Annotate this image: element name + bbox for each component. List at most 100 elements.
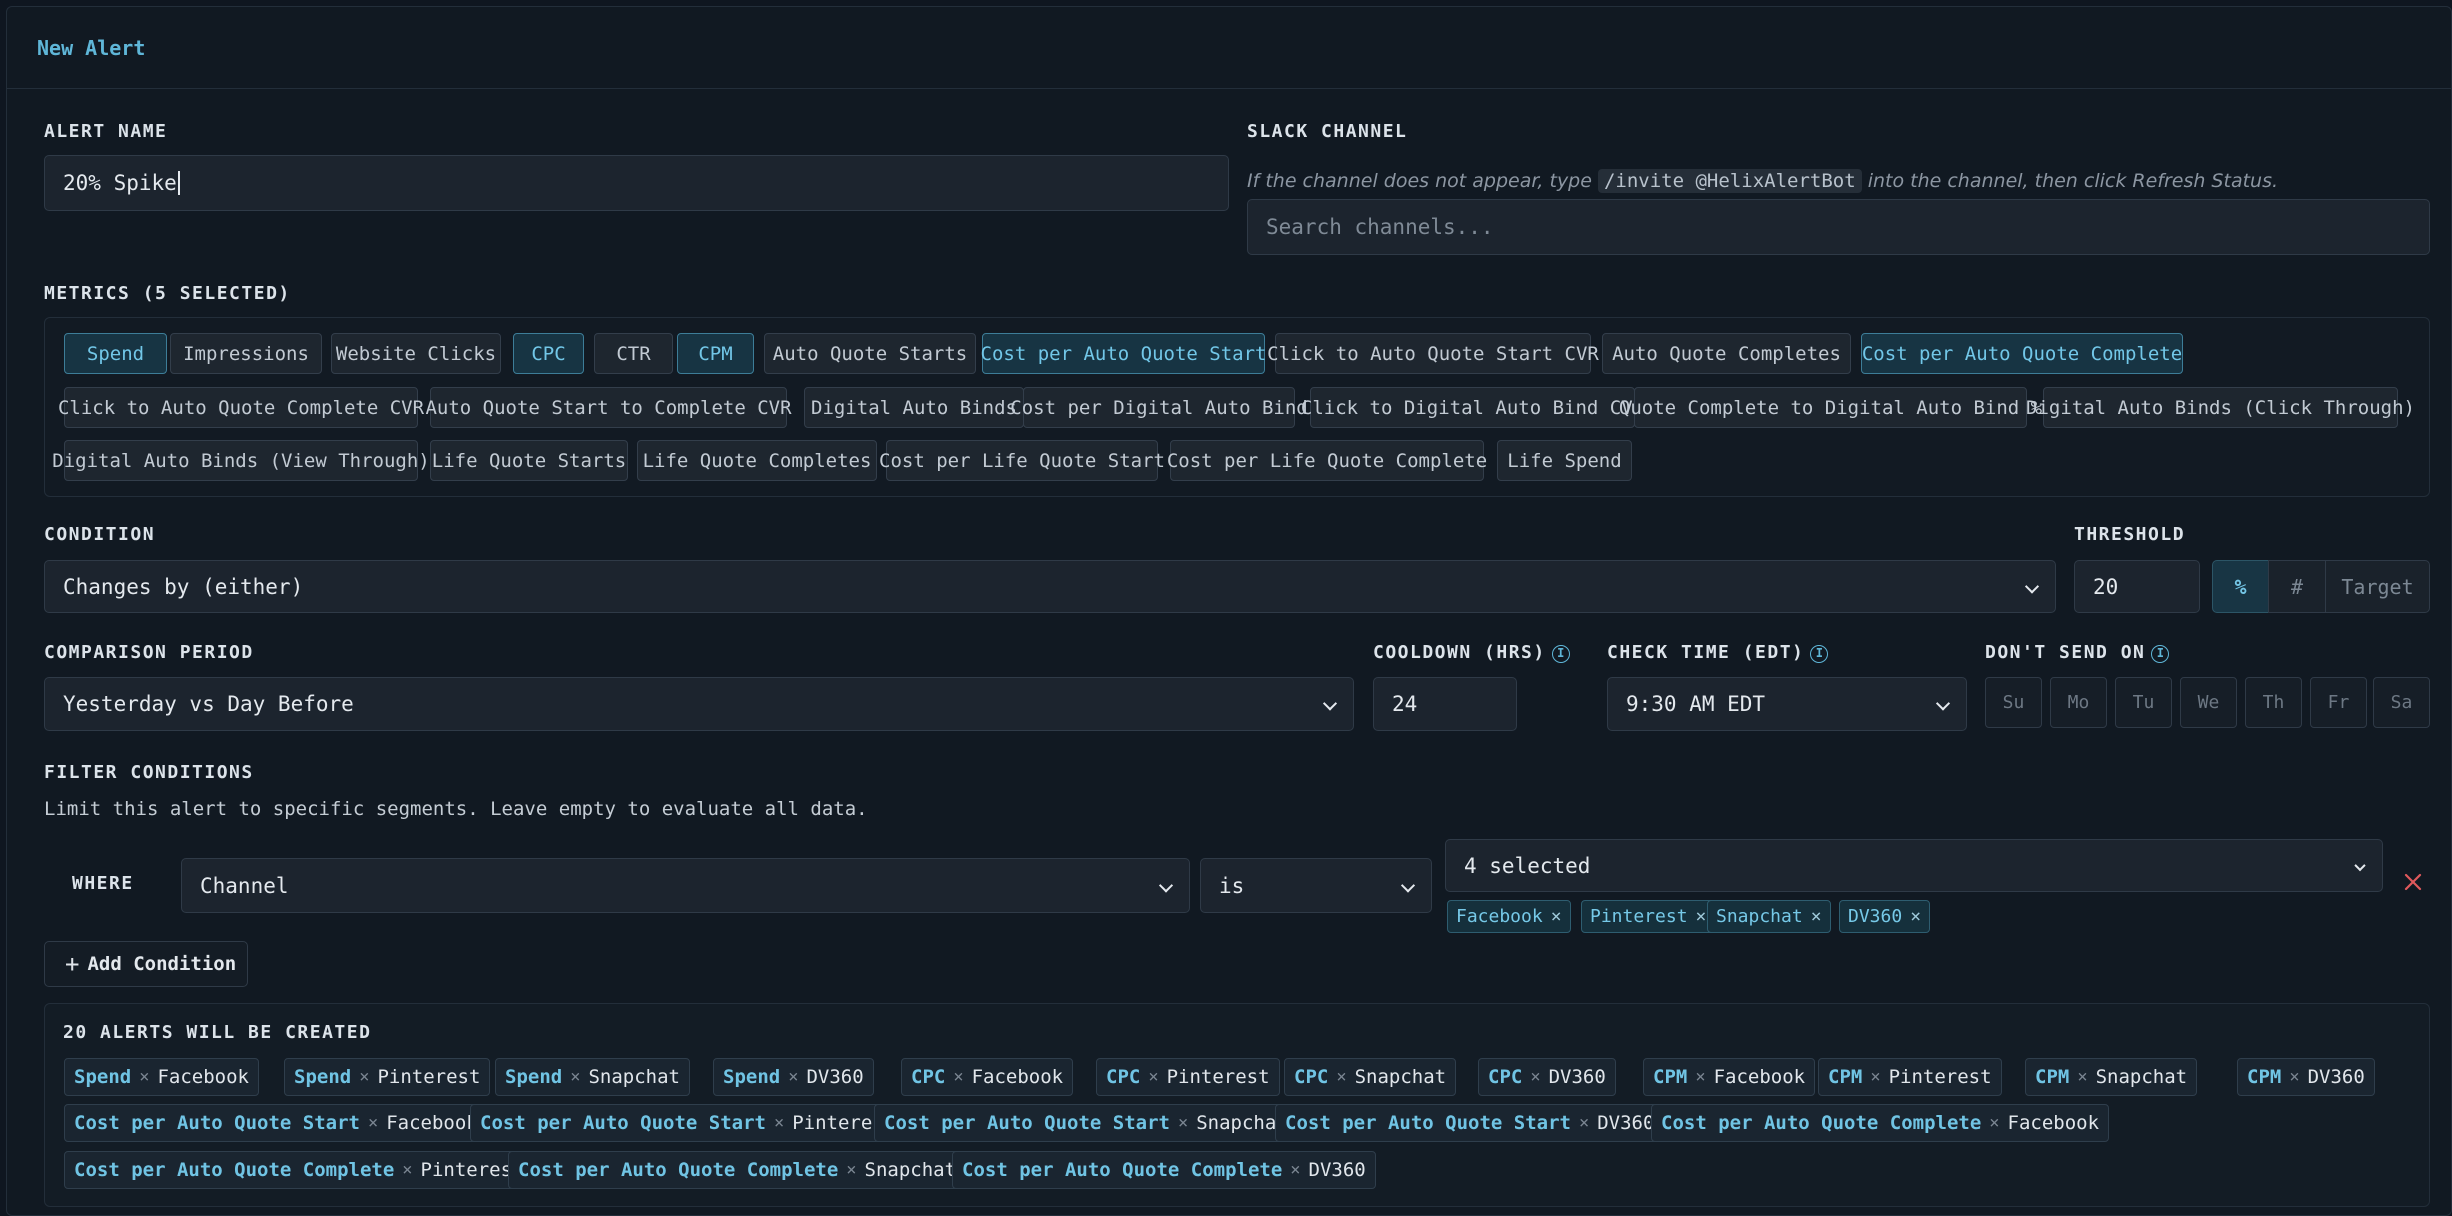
- alert-preview-pill: Cost per Auto Quote Complete × Pinterest: [64, 1151, 534, 1189]
- filter-field-select[interactable]: Channel: [181, 858, 1190, 913]
- alert-preview-pill: CPM × Snapchat: [2025, 1058, 2198, 1096]
- metric-chip-impressions[interactable]: Impressions: [170, 333, 322, 374]
- check-time-value: 9:30 AM EDT: [1626, 692, 1766, 716]
- times-icon: ×: [846, 1160, 857, 1180]
- search-placeholder: Search channels...: [1266, 215, 1494, 239]
- alert-metric: CPC: [1294, 1066, 1329, 1088]
- metric-chip-cpc[interactable]: CPC: [513, 333, 584, 374]
- threshold-mode-percent[interactable]: %: [2212, 560, 2269, 613]
- remove-condition-icon[interactable]: [2403, 872, 2423, 892]
- metric-chip-ctr[interactable]: CTR: [594, 333, 673, 374]
- filter-tag-label: Facebook: [1456, 906, 1543, 927]
- alert-channel: DV360: [1548, 1066, 1606, 1088]
- metric-chip-quote-complete-to-digital-auto-bind[interactable]: Quote Complete to Digital Auto Bind %: [1619, 387, 2042, 428]
- day-toggle-monday[interactable]: Mo: [2050, 677, 2107, 728]
- filter-operator-select[interactable]: is: [1200, 858, 1432, 913]
- metric-chip-spend[interactable]: Spend: [64, 333, 167, 374]
- chevron-down-icon: [1158, 877, 1174, 893]
- day-toggle-sunday[interactable]: Su: [1985, 677, 2042, 728]
- metric-chip-digital-auto-binds-view-through[interactable]: Digital Auto Binds (View Through): [52, 440, 430, 481]
- times-icon: ×: [1870, 1067, 1881, 1087]
- day-toggle-thursday[interactable]: Th: [2245, 677, 2302, 728]
- metric-chip-auto-quote-completes[interactable]: Auto Quote Completes: [1602, 333, 1851, 374]
- info-icon[interactable]: i: [2151, 645, 2170, 663]
- threshold-mode-number[interactable]: #: [2268, 560, 2326, 613]
- times-icon: ×: [1148, 1067, 1159, 1087]
- panel-title: New Alert: [37, 35, 146, 60]
- alert-preview-pill: Cost per Auto Quote Complete × Facebook: [1651, 1104, 2110, 1142]
- times-icon: ×: [367, 1113, 379, 1133]
- alert-channel: Facebook: [2007, 1112, 2100, 1134]
- times-icon: ×: [570, 1067, 581, 1087]
- metric-chip-cost-per-auto-quote-complete[interactable]: Cost per Auto Quote Complete: [1861, 333, 2183, 374]
- metric-chip-life-quote-completes[interactable]: Life Quote Completes: [637, 440, 877, 481]
- comparison-period-label: COMPARISON PERIOD: [44, 642, 254, 663]
- alert-preview-pill: Cost per Auto Quote Start × DV360: [1275, 1104, 1665, 1142]
- metric-chip-cpm[interactable]: CPM: [677, 333, 754, 374]
- remove-tag-icon[interactable]: ×: [1811, 906, 1822, 927]
- day-toggle-friday[interactable]: Fr: [2310, 677, 2367, 728]
- alert-preview-pill: CPC × Pinterest: [1096, 1058, 1280, 1096]
- check-time-label: CHECK TIME (EDT) i: [1607, 642, 1829, 663]
- dont-send-label: DON'T SEND ON i: [1985, 642, 2170, 663]
- metric-chip-website-clicks[interactable]: Website Clicks: [331, 333, 501, 374]
- alert-metric: Spend: [74, 1066, 132, 1088]
- alert-channel: DV360: [1597, 1112, 1655, 1134]
- alert-metric: Cost per Auto Quote Complete: [962, 1159, 1283, 1181]
- day-toggle-tuesday[interactable]: Tu: [2115, 677, 2172, 728]
- cooldown-label-text: COOLDOWN (HRS): [1373, 642, 1546, 663]
- metric-chip-click-to-auto-quote-complete-cvr[interactable]: Click to Auto Quote Complete CVR: [58, 387, 424, 428]
- times-icon: ×: [402, 1160, 413, 1180]
- alert-preview-pill: Cost per Auto Quote Start × Pinterest: [470, 1104, 906, 1142]
- add-condition-button[interactable]: + Add Condition: [44, 941, 248, 987]
- metric-chip-click-to-digital-auto-bind-cvr[interactable]: Click to Digital Auto Bind CVR: [1301, 387, 1644, 428]
- remove-tag-icon[interactable]: ×: [1551, 906, 1562, 927]
- alert-metric: Cost per Auto Quote Start: [1285, 1112, 1571, 1134]
- metric-chip-cost-per-digital-auto-bind[interactable]: Cost per Digital Auto Bind: [1010, 387, 1308, 428]
- remove-tag-icon[interactable]: ×: [1910, 906, 1921, 927]
- alert-preview-pill: Spend × Facebook: [64, 1058, 259, 1096]
- panel-header: New Alert: [7, 7, 2451, 89]
- threshold-mode-target[interactable]: Target: [2325, 560, 2430, 613]
- metric-chip-cost-per-auto-quote-start[interactable]: Cost per Auto Quote Start: [981, 333, 1267, 374]
- info-icon[interactable]: i: [1551, 645, 1570, 663]
- times-icon: ×: [788, 1067, 799, 1087]
- cooldown-input[interactable]: 24: [1373, 677, 1517, 731]
- metric-chip-life-spend[interactable]: Life Spend: [1497, 440, 1632, 481]
- alert-metric: CPM: [1653, 1066, 1688, 1088]
- comparison-period-select[interactable]: Yesterday vs Day Before: [44, 677, 1354, 731]
- metric-chip-digital-auto-binds-click-through[interactable]: Digital Auto Binds (Click Through): [2026, 387, 2415, 428]
- metric-chip-click-to-auto-quote-start-cvr[interactable]: Click to Auto Quote Start CVR: [1267, 333, 1599, 374]
- check-time-select[interactable]: 9:30 AM EDT: [1607, 677, 1967, 731]
- alert-preview-pill: CPC × DV360: [1478, 1058, 1616, 1096]
- times-icon: ×: [1290, 1160, 1301, 1180]
- alert-metric: Cost per Auto Quote Start: [480, 1112, 766, 1134]
- chevron-down-icon: [1322, 696, 1338, 711]
- metric-chip-auto-quote-starts[interactable]: Auto Quote Starts: [764, 333, 976, 374]
- alert-channel: Pinterest: [377, 1066, 481, 1088]
- alert-metric: Spend: [505, 1066, 563, 1088]
- alert-channel: Facebook: [157, 1066, 249, 1088]
- metric-chip-life-quote-starts[interactable]: Life Quote Starts: [430, 440, 628, 481]
- metric-chip-auto-quote-start-to-complete-cvr[interactable]: Auto Quote Start to Complete CVR: [425, 387, 792, 428]
- filter-values-summary: 4 selected: [1464, 853, 1591, 878]
- filter-tag-label: Pinterest: [1590, 906, 1688, 927]
- metric-chip-digital-auto-binds[interactable]: Digital Auto Binds: [804, 387, 1024, 428]
- alert-preview-pill: Cost per Auto Quote Complete × Snapchat: [508, 1151, 967, 1189]
- filter-values-multiselect[interactable]: 4 selected: [1445, 839, 2383, 892]
- condition-select[interactable]: Changes by (either): [44, 560, 2056, 613]
- times-icon: ×: [1177, 1113, 1189, 1133]
- metric-chip-cost-per-life-quote-start[interactable]: Cost per Life Quote Start: [879, 440, 1165, 481]
- day-toggle-wednesday[interactable]: We: [2180, 677, 2237, 728]
- day-toggle-saturday[interactable]: Sa: [2373, 677, 2430, 728]
- filter-tag-label: DV360: [1848, 906, 1903, 927]
- metric-chip-cost-per-life-quote-complete[interactable]: Cost per Life Quote Complete: [1167, 440, 1487, 481]
- metrics-label: METRICS (5 SELECTED): [44, 283, 291, 304]
- alert-metric: CPM: [1828, 1066, 1863, 1088]
- threshold-input[interactable]: 20: [2074, 560, 2200, 613]
- info-icon[interactable]: i: [1810, 645, 1829, 663]
- slack-channel-search-input[interactable]: Search channels...: [1247, 199, 2430, 255]
- alert-name-input[interactable]: 20% Spike: [44, 155, 1229, 211]
- alert-preview-pill: CPM × Pinterest: [1818, 1058, 2002, 1096]
- remove-tag-icon[interactable]: ×: [1696, 906, 1707, 927]
